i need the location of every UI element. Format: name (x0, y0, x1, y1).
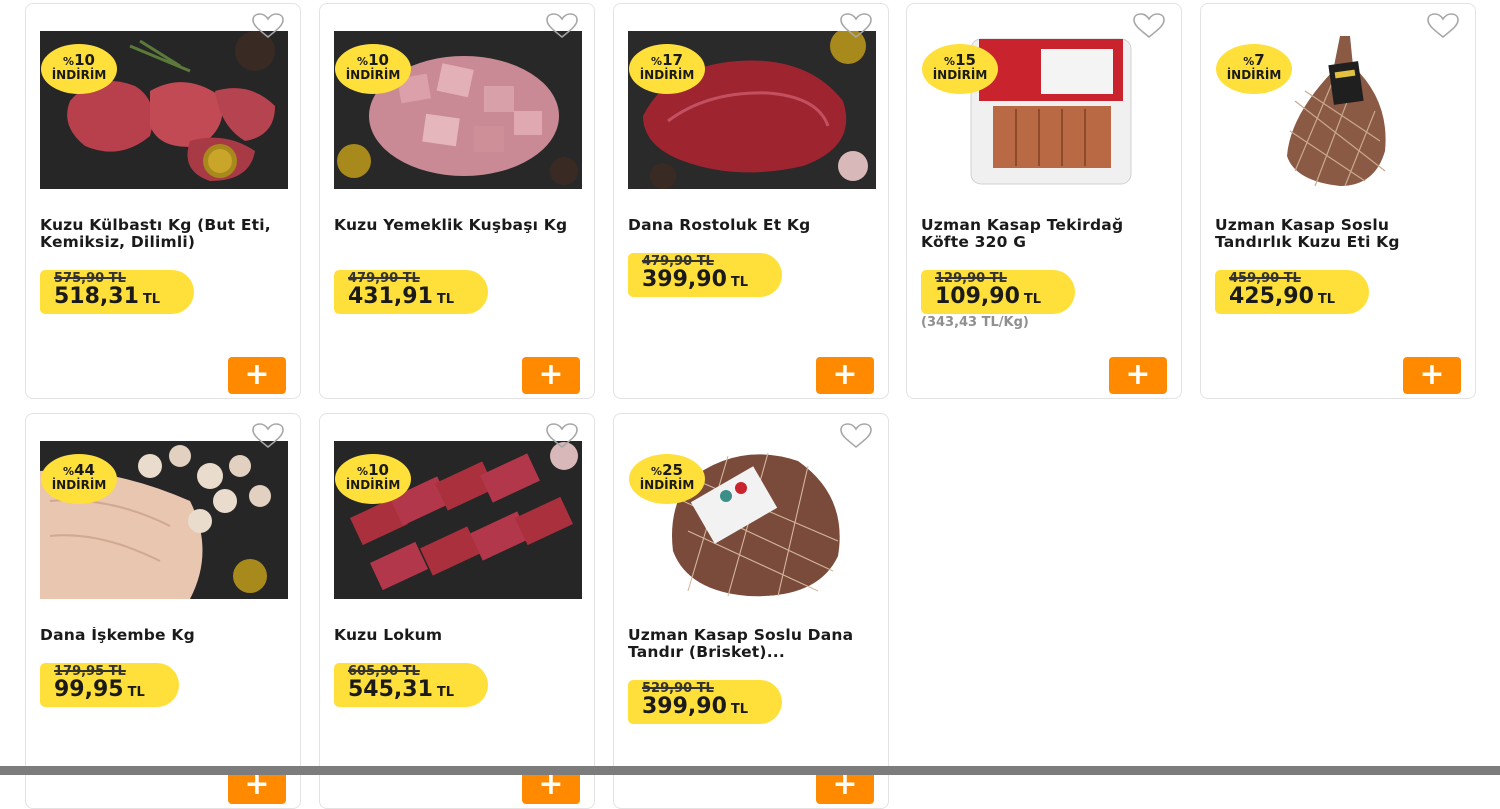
discount-badge: %7 İNDİRİM (1216, 44, 1292, 94)
heart-outline-icon[interactable] (1131, 12, 1167, 40)
discount-badge: %25 İNDİRİM (629, 454, 705, 504)
discount-value: 10 (368, 461, 389, 479)
product-card[interactable]: %10 İNDİRİM Kuzu Yemeklik Kuşbaşı Kg 479… (319, 3, 595, 399)
price-box: 529,90 TL 399,90 TL (628, 680, 783, 724)
price-box: 575,90 TL 518,31 TL (40, 270, 195, 314)
bottom-bar (0, 766, 1500, 775)
product-card[interactable]: %44 İNDİRİM Dana İşkembe Kg 179,95 TL 99… (25, 413, 301, 809)
product-card[interactable]: %10 İNDİRİM Kuzu Lokum 605,90 TL 545,31 T… (319, 413, 595, 809)
price-box: 459,90 TL 425,90 TL (1215, 270, 1370, 314)
discount-badge: %44 İNDİRİM (41, 454, 117, 504)
heart-outline-icon[interactable] (250, 12, 286, 40)
discount-value: 15 (955, 51, 976, 69)
discount-badge: %10 İNDİRİM (41, 44, 117, 94)
discount-label: İNDİRİM (345, 478, 401, 492)
plus-icon: + (1419, 357, 1445, 392)
price-box: 479,90 TL 399,90 TL (628, 253, 783, 297)
percent-sign: % (63, 55, 75, 68)
product-card[interactable]: %17 İNDİRİM Dana Rostoluk Et Kg 479,90 T… (613, 3, 889, 399)
current-price: 109,90 (935, 284, 1020, 309)
discount-badge: %17 İNDİRİM (629, 44, 705, 94)
plus-icon: + (538, 357, 564, 392)
heart-outline-icon[interactable] (250, 422, 286, 450)
heart-outline-icon[interactable] (838, 12, 874, 40)
add-to-cart-button[interactable]: + (1403, 357, 1461, 394)
current-price: 545,31 (348, 677, 433, 702)
plus-icon: + (832, 357, 858, 392)
current-price: 99,95 (54, 677, 124, 702)
discount-badge: %10 İNDİRİM (335, 454, 411, 504)
heart-outline-icon[interactable] (544, 422, 580, 450)
add-to-cart-button[interactable]: + (228, 357, 286, 394)
discount-label: İNDİRİM (1226, 68, 1282, 82)
product-title[interactable]: Dana İşkembe Kg (40, 627, 288, 644)
discount-value: 10 (368, 51, 389, 69)
currency-label: TL (127, 685, 145, 700)
price-box: 479,90 TL 431,91 TL (334, 270, 489, 314)
discount-badge: %10 İNDİRİM (335, 44, 411, 94)
percent-sign: % (357, 465, 369, 478)
percent-sign: % (651, 465, 663, 478)
product-title[interactable]: Uzman Kasap Soslu Tandırlık Kuzu Eti Kg (1215, 217, 1463, 251)
heart-outline-icon[interactable] (1425, 12, 1461, 40)
product-title[interactable]: Uzman Kasap Soslu Dana Tandır (Brisket).… (628, 627, 876, 661)
price-box: 179,95 TL 99,95 TL (40, 663, 179, 707)
product-card[interactable]: %10 İNDİRİM Kuzu Külbastı Kg (But Eti, K… (25, 3, 301, 399)
product-card[interactable]: %15 İNDİRİM Uzman Kasap Tekirdağ Köfte 3… (906, 3, 1182, 399)
discount-label: İNDİRİM (639, 68, 695, 82)
product-title[interactable]: Kuzu Lokum (334, 627, 582, 644)
product-title[interactable]: Kuzu Yemeklik Kuşbaşı Kg (334, 217, 582, 234)
percent-sign: % (944, 55, 956, 68)
current-price: 399,90 (642, 694, 727, 719)
add-to-cart-button[interactable]: + (1109, 357, 1167, 394)
discount-label: İNDİRİM (639, 478, 695, 492)
percent-sign: % (357, 55, 369, 68)
discount-value: 17 (662, 51, 683, 69)
currency-label: TL (730, 275, 749, 290)
currency-label: TL (730, 702, 749, 717)
heart-outline-icon[interactable] (838, 422, 874, 450)
discount-value: 44 (74, 461, 95, 479)
percent-sign: % (63, 465, 75, 478)
discount-label: İNDİRİM (51, 68, 107, 82)
product-grid: %10 İNDİRİM Kuzu Külbastı Kg (But Eti, K… (0, 0, 1500, 809)
discount-value: 25 (662, 461, 683, 479)
discount-label: İNDİRİM (51, 478, 107, 492)
heart-outline-icon[interactable] (544, 12, 580, 40)
currency-label: TL (142, 292, 161, 307)
discount-value: 10 (74, 51, 95, 69)
plus-icon: + (1125, 357, 1151, 392)
price-box: 129,90 TL 109,90 TL (921, 270, 1076, 314)
plus-icon: + (244, 357, 270, 392)
currency-label: TL (436, 685, 455, 700)
current-price: 518,31 (54, 284, 139, 309)
percent-sign: % (651, 55, 663, 68)
discount-badge: %15 İNDİRİM (922, 44, 998, 94)
discount-label: İNDİRİM (345, 68, 401, 82)
unit-price: (343,43 TL/Kg) (921, 315, 1029, 330)
current-price: 425,90 (1229, 284, 1314, 309)
product-card[interactable]: %25 İNDİRİM Uzman Kasap Soslu Dana Tandı… (613, 413, 889, 809)
currency-label: TL (436, 292, 455, 307)
product-title[interactable]: Uzman Kasap Tekirdağ Köfte 320 G (921, 217, 1169, 251)
product-title[interactable]: Dana Rostoluk Et Kg (628, 217, 876, 234)
percent-sign: % (1243, 55, 1255, 68)
currency-label: TL (1023, 292, 1042, 307)
discount-label: İNDİRİM (932, 68, 988, 82)
currency-label: TL (1317, 292, 1336, 307)
add-to-cart-button[interactable]: + (816, 357, 874, 394)
current-price: 431,91 (348, 284, 433, 309)
product-title[interactable]: Kuzu Külbastı Kg (But Eti, Kemiksiz, Dil… (40, 217, 288, 251)
discount-value: 7 (1254, 51, 1265, 69)
price-box: 605,90 TL 545,31 TL (334, 663, 489, 707)
product-card[interactable]: %7 İNDİRİM Uzman Kasap Soslu Tandırlık K… (1200, 3, 1476, 399)
current-price: 399,90 (642, 267, 727, 292)
add-to-cart-button[interactable]: + (522, 357, 580, 394)
